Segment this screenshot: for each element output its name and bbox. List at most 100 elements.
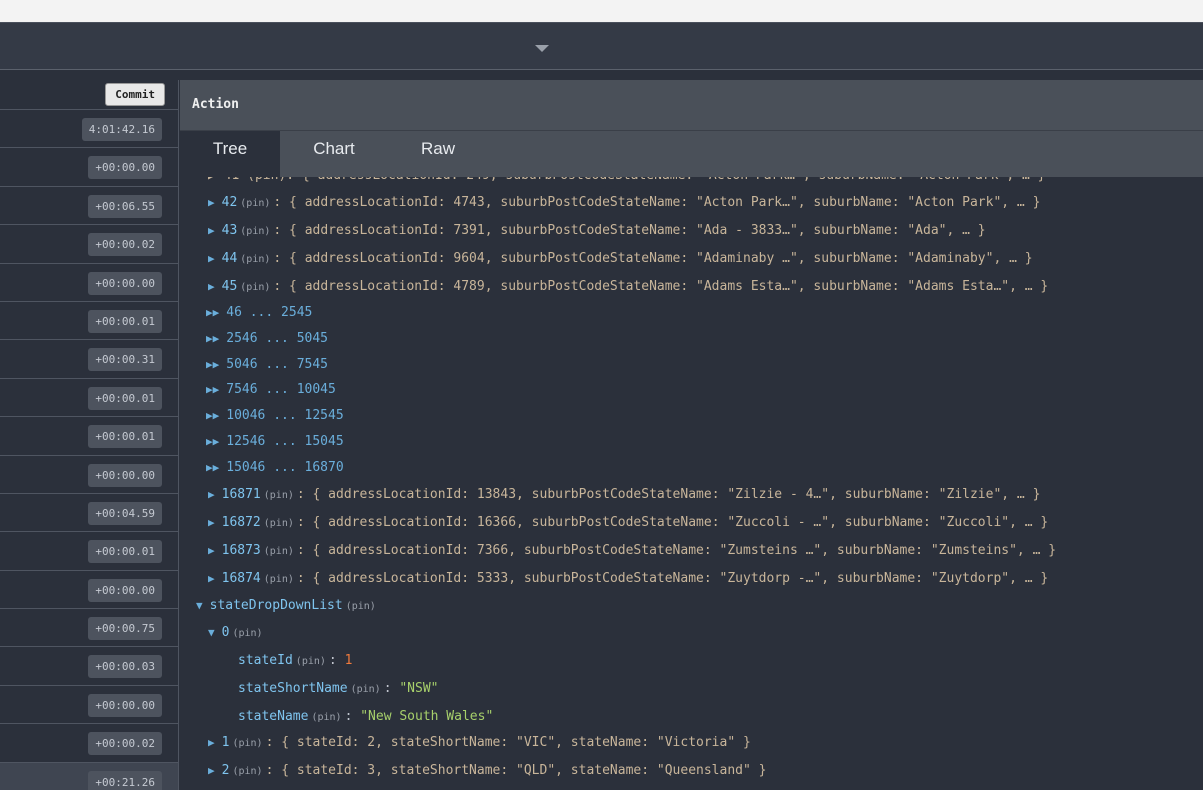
action-row[interactable]: +00:00.00 — [0, 456, 178, 494]
action-row[interactable]: +00:00.00 — [0, 264, 178, 302]
action-row[interactable]: +00:00.00 — [0, 148, 178, 187]
tab-chart[interactable]: Chart — [284, 131, 384, 177]
tree-preview: : { addressLocationId: 16366, suburbPost… — [296, 515, 1049, 530]
action-row[interactable]: +00:00.00 — [0, 571, 178, 610]
tree-row[interactable]: ▶ 45 (pin): { addressLocationId: 4789, sub… — [208, 277, 1048, 297]
pin-link[interactable]: (pin) — [232, 738, 262, 749]
action-row[interactable]: +00:00.02 — [0, 225, 178, 264]
double-arrow-icon[interactable]: ▶▶ — [206, 409, 219, 422]
action-row[interactable]: 4:01:42.16 — [0, 110, 178, 149]
pin-link[interactable]: (pin) — [232, 766, 262, 777]
double-arrow-icon[interactable]: ▶▶ — [206, 306, 219, 319]
tree-key: 43 — [221, 223, 238, 238]
tree-row[interactable]: ▶ 16873 (pin): { addressLocationId: 7366, … — [208, 541, 1056, 561]
chevron-down-icon[interactable] — [535, 45, 549, 52]
expand-arrow-icon[interactable]: ▶ — [208, 572, 215, 585]
pin-link[interactable]: (pin) — [240, 226, 270, 237]
pin-link[interactable]: (pin) — [240, 254, 270, 265]
collapse-arrow-icon[interactable]: ▼ — [208, 626, 215, 639]
expand-arrow-icon[interactable]: ▶ — [208, 196, 215, 209]
tree-preview: : { addressLocationId: 4789, suburbPostC… — [273, 279, 1049, 294]
double-arrow-icon[interactable]: ▶▶ — [206, 358, 219, 371]
pin-link[interactable]: (pin) — [346, 601, 376, 612]
pin-link[interactable]: (pin) — [351, 684, 381, 695]
tree-row[interactable]: ▶ 16874 (pin): { addressLocationId: 5333, … — [208, 569, 1048, 589]
pin-link[interactable]: (pin) — [264, 546, 294, 557]
expand-arrow-icon[interactable]: ▶ — [208, 280, 215, 293]
expand-arrow-icon[interactable]: ▶ — [208, 544, 215, 557]
action-row[interactable]: +00:00.02 — [0, 724, 178, 763]
tree-range-row[interactable]: ▶▶ 46 ... 2545 — [206, 303, 312, 323]
expand-arrow-icon[interactable]: ▶ — [208, 224, 215, 237]
pin-link[interactable]: (pin) — [296, 656, 326, 667]
action-row[interactable]: +00:00.01 — [0, 379, 178, 418]
action-monitor: Commit 4:01:42.16 +00:00.00 +00:06.55 +00:0… — [0, 80, 179, 790]
collapse-arrow-icon[interactable]: ▼ — [196, 599, 203, 612]
pin-link[interactable]: (pin) — [232, 628, 262, 639]
tree-range-row[interactable]: ▶▶ 12546 ... 15045 — [206, 432, 344, 452]
action-row[interactable]: +00:21.26 — [0, 762, 178, 790]
commit-button[interactable]: Commit — [105, 83, 165, 106]
action-time-badge: +00:00.00 — [88, 156, 162, 180]
tree-key: 44 — [221, 251, 238, 266]
double-arrow-icon[interactable]: ▶▶ — [206, 383, 219, 396]
action-row[interactable]: +00:00.01 — [0, 302, 178, 341]
action-row[interactable]: +00:00.03 — [0, 647, 178, 686]
tree-value: "New South Wales" — [360, 709, 494, 724]
double-arrow-icon[interactable]: ▶▶ — [206, 461, 219, 474]
action-row[interactable]: +00:00.01 — [0, 417, 178, 456]
tree-row[interactable]: ▶ 44 (pin): { addressLocationId: 9604, sub… — [208, 249, 1033, 269]
tree-key: 42 — [221, 195, 238, 210]
double-arrow-icon[interactable]: ▶▶ — [206, 332, 219, 345]
tree-preview: : { addressLocationId: 4743, suburbPostC… — [273, 195, 1041, 210]
pin-link[interactable]: (pin) — [311, 712, 341, 723]
expand-arrow-icon[interactable]: ▶ — [208, 252, 215, 265]
action-header: Action — [180, 80, 1203, 131]
tree-key: 0 — [221, 625, 230, 640]
action-row[interactable]: +00:00.31 — [0, 340, 178, 379]
tree-row[interactable]: ▶ 42 (pin): { addressLocationId: 4743, sub… — [208, 193, 1040, 213]
expand-arrow-icon[interactable]: ▶ — [208, 488, 215, 501]
expand-arrow-icon[interactable]: ▶ — [208, 516, 215, 529]
range-label: 15046 ... 16870 — [226, 459, 344, 475]
tree-key: 45 — [221, 279, 238, 294]
tree-preview: : { addressLocationId: 13843, suburbPost… — [296, 487, 1041, 502]
inspector-panel: Action Tree Chart Raw ▶ 41 (pin): { addr… — [180, 80, 1203, 790]
double-arrow-icon[interactable]: ▶▶ — [206, 435, 219, 448]
pin-link[interactable]: (pin) — [264, 490, 294, 501]
pin-link[interactable]: (pin) — [264, 574, 294, 585]
tree-row-state-0[interactable]: ▼ 0 (pin) — [208, 623, 266, 643]
action-time-badge: +00:00.00 — [88, 693, 162, 717]
pin-link[interactable]: (pin) — [264, 518, 294, 529]
pin-link[interactable]: (pin) — [240, 198, 270, 209]
tree-row[interactable]: ▶ 16872 (pin): { addressLocationId: 16366,… — [208, 513, 1048, 533]
action-time-badge: +00:06.55 — [88, 194, 162, 218]
action-row[interactable]: +00:04.59 — [0, 494, 178, 533]
tree-row[interactable]: ▶ 16871 (pin): { addressLocationId: 13843,… — [208, 485, 1040, 505]
action-row[interactable]: +00:06.55 — [0, 187, 178, 226]
expand-arrow-icon[interactable]: ▶ — [208, 764, 215, 777]
tree-row-state-list[interactable]: ▼ stateDropDownList (pin) — [196, 596, 379, 616]
tree-row[interactable]: ▶ 43 (pin): { addressLocationId: 7391, sub… — [208, 221, 986, 241]
action-row[interactable]: +00:00.00 — [0, 686, 178, 725]
action-time-badge: +00:00.75 — [88, 617, 162, 641]
tab-tree[interactable]: Tree — [180, 131, 280, 177]
action-row[interactable]: +00:00.01 — [0, 532, 178, 571]
tree-row-partial: ▶ 41 (pin): { addressLocationId: 249, su… — [208, 177, 1045, 186]
toolbar-divider — [0, 69, 1203, 70]
range-label: 5046 ... 7545 — [226, 356, 328, 372]
action-time-badge: +00:00.31 — [88, 348, 162, 372]
tab-raw[interactable]: Raw — [388, 131, 488, 177]
expand-arrow-icon[interactable]: ▶ — [208, 736, 215, 749]
tree-range-row[interactable]: ▶▶ 15046 ... 16870 — [206, 458, 344, 478]
tree-range-row[interactable]: ▶▶ 7546 ... 10045 — [206, 380, 336, 400]
tree-range-row[interactable]: ▶▶ 2546 ... 5045 — [206, 329, 328, 349]
tree-range-row[interactable]: ▶▶ 10046 ... 12545 — [206, 406, 344, 426]
tree-row[interactable]: ▶ 1 (pin): { stateId: 2, stateShortName: "… — [208, 733, 751, 753]
action-row[interactable]: +00:00.75 — [0, 609, 178, 648]
tree-preview: : { addressLocationId: 5333, suburbPostC… — [296, 571, 1049, 586]
tree-row[interactable]: ▶ 2 (pin): { stateId: 3, stateShortName: "… — [208, 761, 766, 781]
action-time-badge: +00:00.00 — [88, 271, 162, 295]
pin-link[interactable]: (pin) — [240, 282, 270, 293]
tree-range-row[interactable]: ▶▶ 5046 ... 7545 — [206, 355, 328, 375]
